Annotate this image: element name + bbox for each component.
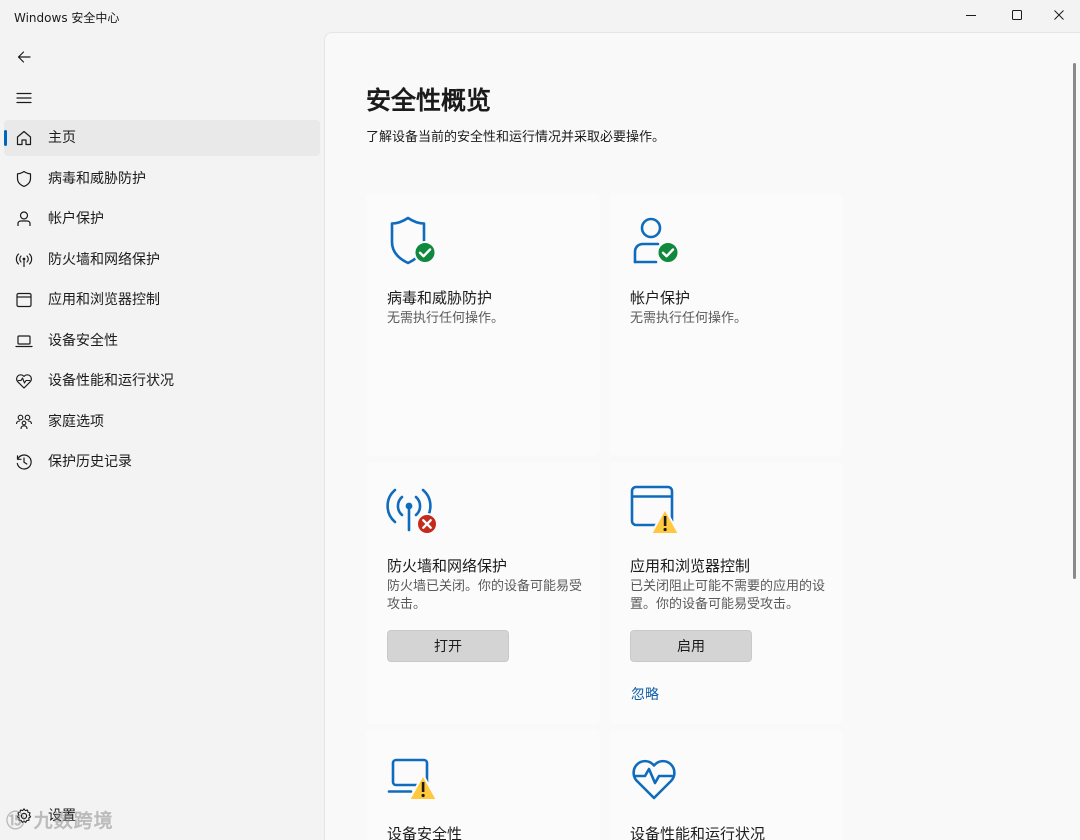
sidebar-item-label: 帐户保护 — [48, 211, 104, 227]
shield-icon — [15, 170, 33, 188]
card-title: 应用和浏览器控制 — [630, 557, 751, 575]
sidebar-item-virus-protection[interactable]: 病毒和威胁防护 — [4, 161, 320, 197]
card-app-browser-control[interactable]: 应用和浏览器控制 已关闭阻止可能不需要的应用的设置。你的设备可能易受攻击。 启用… — [609, 462, 843, 724]
close-button[interactable] — [1036, 0, 1080, 30]
hamburger-icon — [16, 92, 32, 104]
window-title: Windows 安全中心 — [14, 11, 120, 25]
maximize-icon — [1012, 10, 1022, 20]
back-arrow-icon — [17, 51, 31, 63]
browser-warning-icon — [629, 484, 685, 540]
card-title: 防火墙和网络保护 — [387, 557, 508, 575]
sidebar-item-device-security[interactable]: 设备安全性 — [4, 323, 320, 359]
card-account-protection[interactable]: 帐户保护 无需执行任何操作。 — [609, 194, 843, 456]
card-description: 无需执行任何操作。 — [630, 311, 748, 326]
sidebar-item-home[interactable]: 主页 — [4, 120, 320, 156]
enable-button[interactable]: 启用 — [630, 630, 752, 662]
sidebar-item-family[interactable]: 家庭选项 — [4, 404, 320, 440]
laptop-warning-icon — [386, 752, 442, 808]
card-virus-protection[interactable]: 病毒和威胁防护 无需执行任何操作。 — [366, 194, 600, 456]
sidebar-item-account-protection[interactable]: 帐户保护 — [4, 201, 320, 237]
sidebar-item-app-browser[interactable]: 应用和浏览器控制 — [4, 282, 320, 318]
minimize-button[interactable] — [948, 0, 994, 30]
sidebar-item-label: 设备性能和运行状况 — [48, 373, 174, 389]
heart-pulse-icon — [629, 752, 685, 808]
maximize-button[interactable] — [994, 0, 1040, 30]
sidebar-item-label: 设备安全性 — [48, 332, 118, 349]
person-icon — [15, 210, 33, 228]
home-icon — [15, 129, 33, 147]
card-title: 帐户保护 — [630, 289, 691, 307]
close-icon — [1054, 10, 1064, 20]
card-description: 无需执行任何操作。 — [387, 311, 505, 326]
page-subtitle: 了解设备当前的安全性和运行情况并采取必要操作。 — [366, 130, 666, 145]
antenna-icon — [15, 251, 33, 269]
dismiss-link[interactable]: 忽略 — [631, 684, 659, 704]
sidebar-nav: 主页 病毒和威胁防护 帐户保护 防火墙和网络保护 应用和浏览器控制 设备安全性 — [4, 120, 320, 485]
sidebar-item-label: 保护历史记录 — [48, 454, 132, 470]
back-button[interactable] — [8, 41, 40, 73]
sidebar-item-label: 防火墙和网络保护 — [48, 251, 160, 268]
person-check-icon — [629, 216, 685, 272]
card-description: 防火墙已关闭。你的设备可能易受攻击。 — [387, 579, 583, 612]
sidebar-item-label: 家庭选项 — [48, 413, 104, 430]
page-title: 安全性概览 — [366, 86, 492, 115]
shield-check-icon — [386, 216, 442, 272]
scrollbar[interactable] — [1073, 63, 1076, 579]
antenna-error-icon — [386, 484, 442, 540]
sidebar-item-label: 病毒和威胁防护 — [48, 170, 146, 187]
card-firewall[interactable]: 防火墙和网络保护 防火墙已关闭。你的设备可能易受攻击。 打开 — [366, 462, 600, 724]
heart-pulse-icon — [15, 372, 33, 390]
sidebar-item-firewall[interactable]: 防火墙和网络保护 — [4, 242, 320, 278]
minimize-icon — [966, 15, 976, 16]
card-device-security[interactable]: 设备安全性 — [366, 730, 600, 840]
watermark: ⑮ 九数跨境 — [6, 810, 114, 832]
turn-on-firewall-button[interactable]: 打开 — [387, 630, 509, 662]
browser-window-icon — [15, 291, 33, 309]
menu-button[interactable] — [8, 82, 40, 114]
card-device-performance[interactable]: 设备性能和运行状况 — [609, 730, 843, 840]
sidebar-item-label: 应用和浏览器控制 — [48, 292, 160, 308]
sidebar-item-protection-history[interactable]: 保护历史记录 — [4, 444, 320, 480]
sidebar-item-device-performance[interactable]: 设备性能和运行状况 — [4, 363, 320, 399]
laptop-icon — [15, 332, 33, 350]
title-bar: Windows 安全中心 — [0, 0, 1080, 32]
sidebar-item-label: 主页 — [48, 130, 76, 146]
card-description: 已关闭阻止可能不需要的应用的设置。你的设备可能易受攻击。 — [630, 579, 826, 612]
card-title: 设备安全性 — [387, 825, 463, 840]
card-title: 设备性能和运行状况 — [630, 825, 766, 840]
family-icon — [15, 413, 33, 431]
main-content: 安全性概览 了解设备当前的安全性和运行情况并采取必要操作。 病毒和威胁防护 无需… — [324, 32, 1080, 840]
history-icon — [15, 453, 33, 471]
card-title: 病毒和威胁防护 — [387, 289, 493, 307]
